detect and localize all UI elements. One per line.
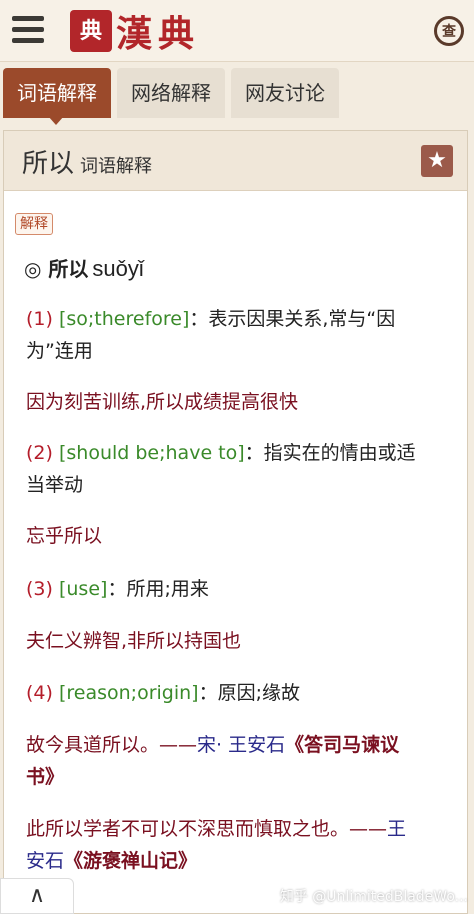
definition-card: 所以 词语解释 ★ 解释 ◎ 所以 suǒyǐ (1) [so;therefore]…: [3, 130, 468, 914]
quote-author[interactable]: 王: [387, 818, 406, 840]
sense-number: (1): [26, 308, 53, 330]
logo-seal: 典: [70, 10, 112, 52]
app-header: 典 漢典 查: [0, 0, 474, 62]
scroll-up-chevron-icon[interactable]: ∧: [0, 878, 74, 914]
quote-author-cont[interactable]: 安石: [26, 850, 64, 872]
sense-def-line-1: ：所用;用来: [107, 578, 209, 600]
sense-2-example: 忘乎所以: [26, 525, 103, 547]
sense-1-example: 因为刻苦训练,所以成绩提高很快: [26, 391, 299, 413]
sense-4-quote-2: 此所以学者不可以不深思而慎取之也。——王 安石《游褒禅山记》: [26, 813, 446, 877]
quote-book[interactable]: 《答司马谏议: [285, 734, 399, 756]
sense-number: (4): [26, 682, 53, 704]
logo-text: 漢典: [116, 13, 201, 55]
explanation-badge: 解释: [15, 213, 53, 235]
sense-english: [so;therefore]: [58, 308, 190, 330]
entry-word: ◎ 所以: [24, 257, 89, 281]
card-header: 所以 词语解释 ★: [4, 131, 467, 191]
sense-english: [should be;have to]: [58, 442, 245, 464]
sense-number: (2): [26, 442, 53, 464]
tab-ci-yu-jie-shi[interactable]: 词语解释: [3, 68, 111, 118]
sense-4-definition: (4) [reason;origin]：原因;缘故: [26, 677, 446, 709]
sense-def-line-2: 当举动: [26, 474, 84, 496]
card-subtitle: 词语解释: [80, 156, 153, 177]
sense-english: [reason;origin]: [58, 682, 199, 704]
card-title-word: 所以: [22, 149, 75, 179]
sense-def-line-2: 为”连用: [26, 340, 93, 362]
quote-author[interactable]: 宋· 王安石: [197, 734, 285, 756]
sense-3-definition: (3) [use]：所用;用来: [26, 573, 446, 605]
sense-english: [use]: [58, 578, 108, 600]
quote-book-cont[interactable]: 书》: [26, 766, 64, 788]
sense-number: (3): [26, 578, 53, 600]
sense-def-line-1: ：原因;缘故: [198, 682, 300, 704]
tab-bar: 词语解释 网络解释 网友讨论: [0, 68, 474, 125]
bottom-bar: ∧ 知乎 @UnlimitedBladeWo...: [0, 878, 474, 914]
sense-4-quote-1: 故今具道所以。——宋· 王安石《答司马谏议 书》: [26, 729, 446, 793]
search-icon[interactable]: 查: [434, 16, 464, 46]
sense-def-line-1: ：指实在的情由或适: [244, 442, 416, 464]
entry-pinyin: suǒyǐ: [92, 256, 144, 281]
sense-def-line-1: ：表示因果关系,常与“因: [189, 308, 396, 330]
search-icon-label: 查: [442, 24, 456, 40]
sense-2-definition: (2) [should be;have to]：指实在的情由或适 当举动: [26, 437, 446, 501]
quote-text: 故今具道所以。——: [26, 734, 198, 756]
favorite-star-icon[interactable]: ★: [421, 145, 453, 177]
tab-wang-luo-jie-shi[interactable]: 网络解释: [117, 68, 225, 118]
quote-text: 此所以学者不可以不深思而慎取之也。——: [26, 818, 388, 840]
entry-heading: ◎ 所以 suǒyǐ: [24, 253, 144, 282]
watermark: 知乎 @UnlimitedBladeWo...: [279, 889, 468, 905]
active-tab-indicator: [48, 116, 64, 125]
site-logo[interactable]: 典 漢典: [70, 6, 200, 56]
sense-1-definition: (1) [so;therefore]：表示因果关系,常与“因 为”连用: [26, 303, 446, 367]
card-title: 所以 词语解释: [22, 143, 152, 180]
sense-3-example: 夫仁义辨智,非所以持国也: [26, 630, 242, 652]
quote-book[interactable]: 《游褒禅山记》: [64, 850, 197, 872]
menu-icon[interactable]: [8, 10, 48, 50]
tab-wang-you-tao-lun[interactable]: 网友讨论: [231, 68, 339, 118]
